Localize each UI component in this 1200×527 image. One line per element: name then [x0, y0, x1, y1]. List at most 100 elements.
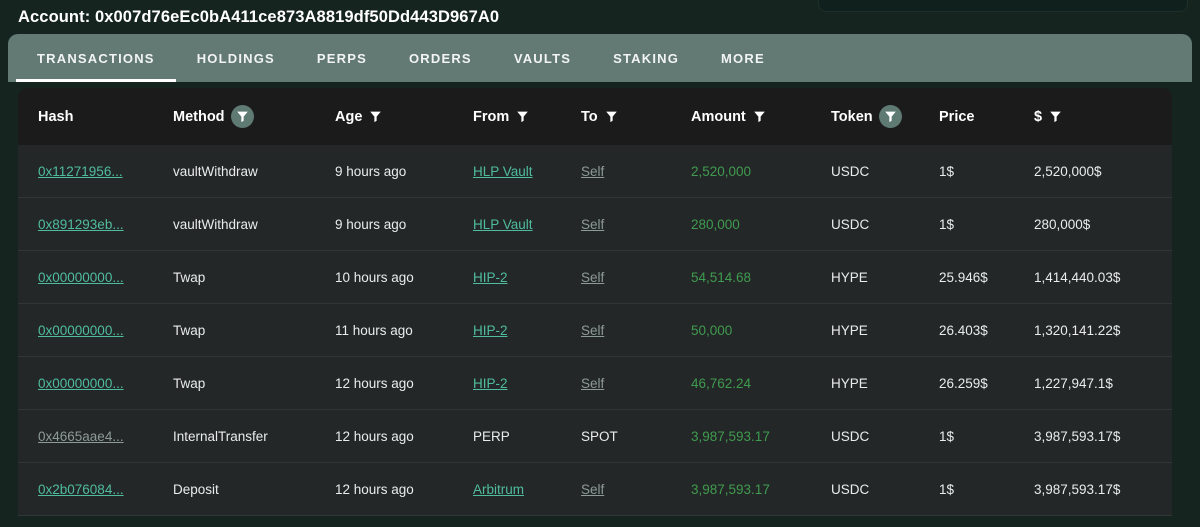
tab-staking[interactable]: STAKING — [592, 34, 700, 82]
cell-price: 25.946$ — [939, 270, 1034, 285]
hash-link[interactable]: 0x00000000... — [38, 376, 124, 391]
cell-from: HIP-2 — [473, 376, 581, 391]
hash-link[interactable]: 0x11271956... — [38, 164, 123, 179]
to-link[interactable]: Self — [581, 323, 604, 338]
column-header-label: Token — [831, 108, 873, 125]
table-row[interactable]: 0x11271956... vaultWithdraw 9 hours ago HLP… — [18, 145, 1172, 198]
usd-value: 3,987,593.17$ — [1034, 428, 1121, 444]
amount-value: 280,000 — [691, 216, 740, 232]
to-link[interactable]: Self — [581, 164, 604, 179]
table-row[interactable]: 0x00000000... Twap 11 hours ago HIP-2 Self 50… — [18, 304, 1172, 357]
hash-link[interactable]: 0x00000000... — [38, 323, 124, 338]
filter-icon-amount[interactable] — [752, 109, 767, 124]
cell-price: 26.259$ — [939, 376, 1034, 391]
column-header-label: Method — [173, 108, 225, 125]
cell-age: 12 hours ago — [335, 482, 473, 497]
cell-from: Arbitrum — [473, 482, 581, 497]
cell-hash: 0x00000000... — [18, 323, 173, 338]
hash-link[interactable]: 0x00000000... — [38, 270, 124, 285]
cell-price: 26.403$ — [939, 323, 1034, 338]
filter-icon-age[interactable] — [368, 109, 383, 124]
tab-label: VAULTS — [513, 50, 572, 66]
from-link[interactable]: HIP-2 — [473, 270, 508, 285]
usd-value: 2,520,000$ — [1034, 163, 1102, 179]
from-link[interactable]: HLP Vault — [473, 164, 533, 179]
page-title: Account: 0x007d76eEc0bA411ce873A8819df50… — [18, 7, 500, 26]
filter-icon-method[interactable] — [230, 105, 254, 128]
cell-hash: 0x891293eb... — [18, 217, 173, 232]
cell-hash: 0x00000000... — [18, 270, 173, 285]
filter-icon-usd[interactable] — [1048, 109, 1063, 124]
column-header-label: Age — [335, 108, 363, 125]
to-link[interactable]: Self — [581, 270, 604, 285]
cell-usd: 3,987,593.17$ — [1034, 429, 1154, 444]
cell-to: Self — [581, 164, 691, 179]
column-header-to: To — [581, 109, 691, 125]
age-value: 11 hours ago — [335, 322, 413, 338]
price-value: 26.403$ — [939, 322, 988, 338]
token-value: USDC — [831, 216, 870, 232]
hash-link[interactable]: 0x4665aae4... — [38, 429, 124, 444]
cell-price: 1$ — [939, 482, 1034, 497]
token-value: USDC — [831, 428, 870, 444]
to-link[interactable]: Self — [581, 482, 604, 497]
table-row[interactable]: 0x2b076084... Deposit 12 hours ago Arbitrum… — [18, 463, 1172, 516]
tab-more[interactable]: MORE — [700, 34, 786, 82]
method-value: Twap — [173, 322, 206, 338]
tab-holdings[interactable]: HOLDINGS — [176, 34, 296, 82]
tab-perps[interactable]: PERPS — [296, 34, 388, 82]
tab-label: MORE — [721, 50, 765, 66]
cell-token: USDC — [831, 429, 939, 444]
cell-from: PERP — [473, 429, 581, 444]
filter-icon-token[interactable] — [878, 105, 902, 128]
cell-age: 12 hours ago — [335, 429, 473, 444]
to-link[interactable]: Self — [581, 217, 604, 232]
usd-value: 280,000$ — [1034, 216, 1091, 232]
cell-method: Twap — [173, 323, 335, 338]
from-text: PERP — [473, 428, 510, 444]
cell-method: InternalTransfer — [173, 429, 335, 444]
amount-value: 46,762.24 — [691, 375, 752, 391]
hash-link[interactable]: 0x2b076084... — [38, 482, 124, 497]
cell-amount: 2,520,000 — [691, 164, 831, 179]
from-link[interactable]: HIP-2 — [473, 376, 508, 391]
tab-transactions[interactable]: TRANSACTIONS — [16, 34, 176, 82]
method-value: Deposit — [173, 481, 219, 497]
from-link[interactable]: HLP Vault — [473, 217, 533, 232]
amount-value: 3,987,593.17 — [691, 428, 770, 444]
cell-to: Self — [581, 323, 691, 338]
cell-usd: 1,227,947.1$ — [1034, 376, 1154, 391]
table-row[interactable]: 0x00000000... Twap 10 hours ago HIP-2 Self 54… — [18, 251, 1172, 304]
cell-usd: 2,520,000$ — [1034, 164, 1154, 179]
price-value: 1$ — [939, 163, 955, 179]
tab-bar: TRANSACTIONS HOLDINGS PERPS ORDERS VAULTS STA… — [8, 34, 1192, 82]
tab-vaults[interactable]: VAULTS — [493, 34, 592, 82]
tab-label: PERPS — [316, 50, 367, 66]
amount-value: 54,514.68 — [691, 269, 752, 285]
age-value: 12 hours ago — [335, 481, 414, 497]
method-value: Twap — [173, 269, 206, 285]
price-value: 26.259$ — [939, 375, 988, 391]
column-header-method: Method — [173, 105, 335, 128]
hash-link[interactable]: 0x891293eb... — [38, 217, 124, 232]
filter-icon-to[interactable] — [604, 109, 619, 124]
table-row[interactable]: 0x00000000... Twap 12 hours ago HIP-2 Self 46… — [18, 357, 1172, 410]
usd-value: 1,320,141.22$ — [1034, 322, 1121, 338]
filter-icon-from[interactable] — [515, 109, 530, 124]
column-header-hash: Hash — [18, 109, 173, 125]
tab-orders[interactable]: ORDERS — [388, 34, 493, 82]
token-value: HYPE — [831, 375, 868, 391]
from-link[interactable]: HIP-2 — [473, 323, 508, 338]
method-value: vaultWithdraw — [173, 163, 258, 179]
tab-label: TRANSACTIONS — [37, 50, 155, 66]
from-link[interactable]: Arbitrum — [473, 482, 524, 497]
cell-age: 9 hours ago — [335, 217, 473, 232]
table-row[interactable]: 0x4665aae4... InternalTransfer 12 hours ag… — [18, 410, 1172, 463]
cell-to: Self — [581, 217, 691, 232]
cell-hash: 0x11271956... — [18, 164, 173, 179]
transactions-table: Hash Method Age From To Amount Token Price $ 0x1… — [18, 88, 1172, 527]
to-link[interactable]: Self — [581, 376, 604, 391]
token-value: HYPE — [831, 269, 868, 285]
table-row[interactable]: 0x891293eb... vaultWithdraw 9 hours ago HLP… — [18, 198, 1172, 251]
amount-value: 50,000 — [691, 322, 733, 338]
